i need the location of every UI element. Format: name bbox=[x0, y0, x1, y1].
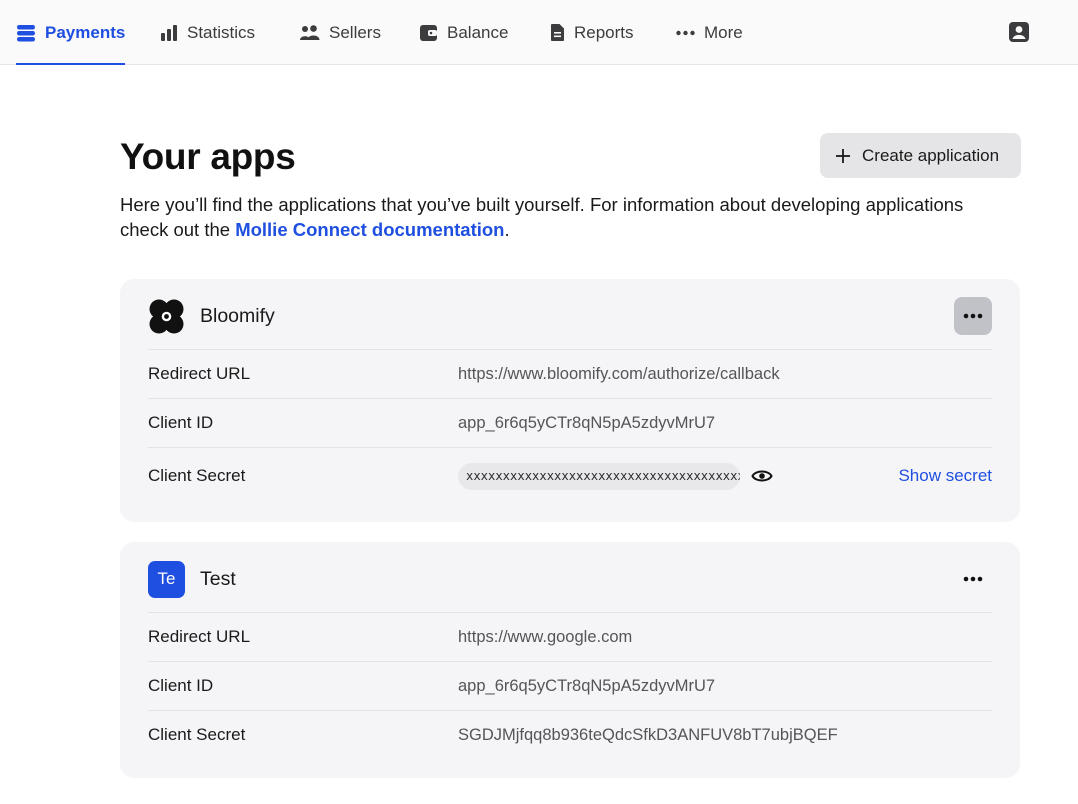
top-navigation: Payments Statistics Sellers Balance Repo… bbox=[0, 0, 1078, 65]
mollie-connect-docs-link[interactable]: Mollie Connect documentation bbox=[235, 219, 504, 240]
plus-icon bbox=[836, 148, 850, 163]
nav-tab-balance[interactable]: Balance bbox=[419, 0, 508, 65]
more-dots-icon bbox=[676, 30, 695, 35]
client-secret-label: Client Secret bbox=[148, 725, 246, 744]
nav-tab-statistics[interactable]: Statistics bbox=[160, 0, 255, 65]
wallet-icon bbox=[420, 24, 437, 41]
create-application-label: Create application bbox=[862, 145, 1000, 165]
nav-tab-more[interactable]: More bbox=[676, 0, 743, 65]
user-account-icon bbox=[1009, 22, 1029, 42]
redirect-url-row: Redirect URL https://www.bloomify.com/au… bbox=[148, 349, 992, 398]
client-secret-value: SGDJMjfqq8b936teQdcSfkD3ANFUV8bT7ubjBQEF bbox=[458, 725, 838, 744]
nav-tab-label: Balance bbox=[447, 22, 509, 42]
eye-icon[interactable] bbox=[751, 465, 773, 487]
redirect-url-row: Redirect URL https://www.google.com bbox=[148, 612, 992, 661]
client-id-row: Client ID app_6r6q5yCTr8qN5pA5zdyvMrU7 bbox=[148, 398, 992, 447]
app-name: Bloomify bbox=[200, 304, 275, 327]
client-id-row: Client ID app_6r6q5yCTr8qN5pA5zdyvMrU7 bbox=[148, 661, 992, 710]
nav-tab-payments[interactable]: Payments bbox=[16, 0, 126, 65]
client-secret-label: Client Secret bbox=[148, 466, 246, 485]
page-title: Your apps bbox=[120, 136, 296, 177]
nav-tab-label: Sellers bbox=[329, 22, 381, 42]
intro-text: Here you’ll find the applications that y… bbox=[120, 194, 964, 240]
nav-tab-reports[interactable]: Reports bbox=[550, 0, 634, 65]
client-id-label: Client ID bbox=[148, 676, 214, 695]
users-icon bbox=[300, 24, 320, 40]
create-application-button[interactable]: Create application bbox=[820, 133, 1021, 178]
app-card-test: Te Test Redirect URL https://www.google.… bbox=[120, 542, 1020, 778]
client-secret-row: Client Secret xxxxxxxxxxxxxxxxxxxxxxxxxx… bbox=[148, 447, 992, 504]
client-id-value: app_6r6q5yCTr8qN5pA5zdyvMrU7 bbox=[458, 413, 716, 432]
bar-chart-icon bbox=[161, 24, 177, 41]
more-dots-icon bbox=[963, 313, 983, 319]
app-name: Test bbox=[200, 567, 236, 590]
nav-tab-label: More bbox=[704, 22, 743, 42]
nav-tab-label: Reports bbox=[574, 22, 634, 42]
redirect-url-value: https://www.bloomify.com/authorize/callb… bbox=[458, 364, 780, 383]
app-options-button[interactable] bbox=[954, 297, 992, 335]
app-card-bloomify: Bloomify Redirect URL https://www.bloomi… bbox=[120, 279, 1020, 522]
app-initials-badge: Te bbox=[148, 560, 185, 598]
redirect-url-label: Redirect URL bbox=[148, 627, 251, 646]
document-icon bbox=[551, 24, 564, 41]
nav-tab-label: Statistics bbox=[187, 22, 256, 42]
more-dots-icon bbox=[963, 576, 983, 582]
app-options-button[interactable] bbox=[954, 560, 992, 598]
payments-icon bbox=[17, 24, 35, 41]
app-card-header: Bloomify bbox=[148, 297, 992, 335]
client-id-value: app_6r6q5yCTr8qN5pA5zdyvMrU7 bbox=[458, 676, 716, 695]
nav-tab-sellers[interactable]: Sellers bbox=[299, 0, 381, 65]
client-id-label: Client ID bbox=[148, 413, 214, 432]
redirect-url-label: Redirect URL bbox=[148, 364, 251, 383]
account-button[interactable] bbox=[1008, 21, 1030, 43]
bloomify-logo-icon bbox=[148, 298, 185, 335]
nav-tab-label: Payments bbox=[45, 22, 126, 42]
app-card-header: Te Test bbox=[148, 560, 992, 598]
show-secret-link[interactable]: Show secret bbox=[898, 466, 992, 486]
client-secret-masked-value: xxxxxxxxxxxxxxxxxxxxxxxxxxxxxxxxxxxxxx bbox=[458, 462, 740, 490]
redirect-url-value: https://www.google.com bbox=[458, 627, 633, 646]
client-secret-row: Client Secret SGDJMjfqq8b936teQdcSfkD3AN… bbox=[148, 710, 992, 759]
